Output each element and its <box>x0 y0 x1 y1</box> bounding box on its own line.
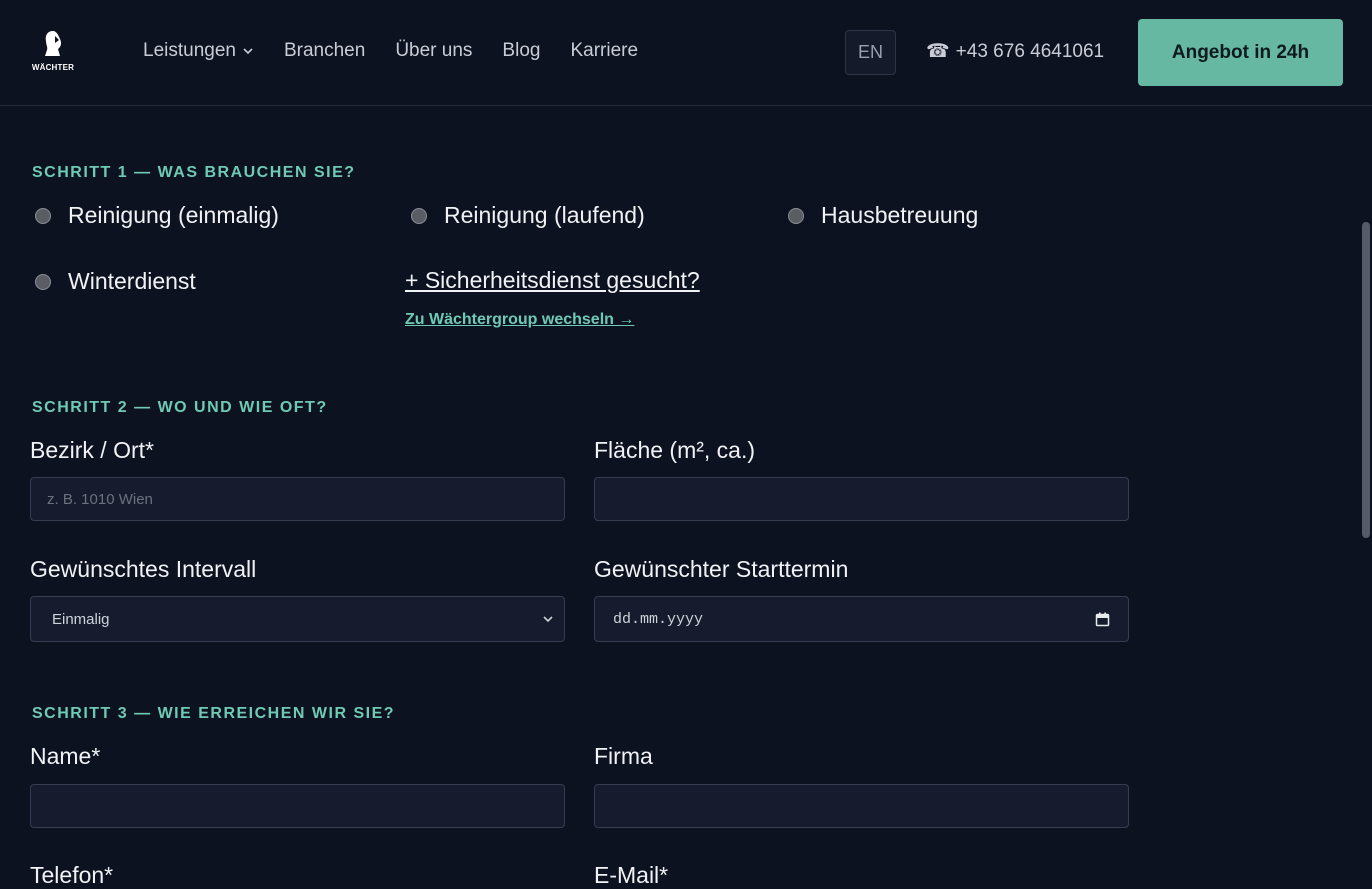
chevron-down-icon <box>543 616 553 623</box>
radio-button[interactable] <box>788 207 804 224</box>
nav-item-label: Über uns <box>395 40 473 61</box>
nav-item-ueber-uns[interactable]: Über uns <box>395 40 472 62</box>
nav-item-branchen[interactable]: Branchen <box>284 40 365 62</box>
nav-item-leistungen[interactable]: Leistungen <box>143 40 254 62</box>
interval-label: Gewünschtes Intervall <box>30 556 257 582</box>
radio-label: Reinigung (laufend) <box>444 202 645 228</box>
name-label: Name* <box>30 743 101 769</box>
language-switch-button[interactable]: EN <box>845 30 896 75</box>
phone-icon: ☎ <box>926 41 950 62</box>
radio-label: Hausbetreuung <box>821 202 979 228</box>
site-header: WÄCHTER Leistungen Branchen Über uns Blo… <box>0 0 1372 106</box>
scrollbar-thumb[interactable] <box>1362 222 1370 538</box>
step1-title: Schritt 1 — Was brauchen Sie? <box>32 164 356 181</box>
radio-reinigung-einmalig[interactable]: Reinigung (einmalig) <box>35 202 279 229</box>
area-label: Fläche (m², ca.) <box>594 437 756 463</box>
switch-to-waechtergroup-link[interactable]: Zu Wächtergroup wechseln → <box>405 311 634 329</box>
logo[interactable]: WÄCHTER <box>30 30 76 74</box>
guard-head-icon <box>45 31 62 56</box>
start-date-placeholder: dd.mm.yyyy <box>613 610 704 628</box>
interval-value: Einmalig <box>52 610 110 628</box>
phone-number: +43 676 4641061 <box>955 40 1105 62</box>
calendar-icon[interactable] <box>1095 612 1110 627</box>
step2-title: Schritt 2 — Wo und wie oft? <box>32 399 328 416</box>
interval-select[interactable]: Einmalig <box>30 596 565 642</box>
location-input[interactable]: z. B. 1010 Wien <box>30 477 565 521</box>
step3-title: Schritt 3 — Wie erreichen wir Sie? <box>32 705 396 722</box>
main-nav: Leistungen Branchen Über uns Blog Karrie… <box>143 40 638 62</box>
phone-link[interactable]: ☎ +43 676 4641061 <box>926 40 1104 63</box>
chevron-down-icon <box>243 48 253 55</box>
nav-item-karriere[interactable]: Karriere <box>570 40 638 62</box>
nav-item-label: Leistungen <box>143 40 236 61</box>
area-input[interactable] <box>594 477 1129 521</box>
nav-item-label: Branchen <box>283 40 366 61</box>
start-date-input[interactable]: dd.mm.yyyy <box>594 596 1129 642</box>
security-service-link[interactable]: + Sicherheitsdienst gesucht? <box>405 267 700 294</box>
company-label: Firma <box>594 743 653 769</box>
nav-item-blog[interactable]: Blog <box>502 40 540 62</box>
nav-item-label: Blog <box>502 40 541 61</box>
radio-button[interactable] <box>35 273 51 290</box>
radio-label: Reinigung (einmalig) <box>68 202 279 228</box>
start-date-label: Gewünschter Starttermin <box>594 556 849 582</box>
nav-item-label: Karriere <box>570 40 639 61</box>
location-label: Bezirk / Ort* <box>30 437 154 463</box>
radio-reinigung-laufend[interactable]: Reinigung (laufend) <box>411 202 645 229</box>
logo-text: WÄCHTER <box>31 63 75 72</box>
radio-button[interactable] <box>411 207 427 224</box>
radio-winterdienst[interactable]: Winterdienst <box>35 268 196 295</box>
radio-label: Winterdienst <box>68 268 196 294</box>
company-input[interactable] <box>594 784 1129 828</box>
radio-button[interactable] <box>35 207 51 224</box>
location-placeholder: z. B. 1010 Wien <box>47 490 153 508</box>
email-field-label: E-Mail* <box>594 862 669 888</box>
quote-cta-button[interactable]: Angebot in 24h <box>1138 19 1343 86</box>
phone-field-label: Telefon* <box>30 862 114 888</box>
name-input[interactable] <box>30 784 565 828</box>
radio-hausbetreuung[interactable]: Hausbetreuung <box>788 202 978 229</box>
